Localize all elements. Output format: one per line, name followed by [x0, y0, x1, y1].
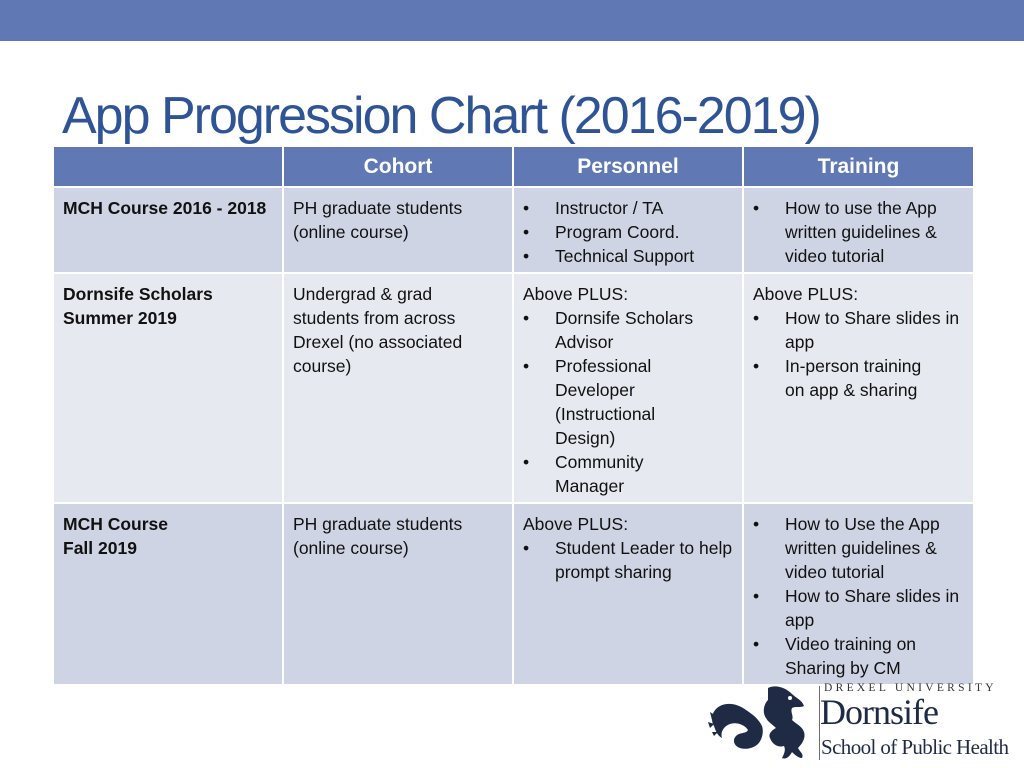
header-cohort: Cohort — [282, 145, 514, 188]
list-item: • Program Coord. — [523, 222, 680, 242]
cohort-text: PH graduate students (online course) — [293, 514, 463, 558]
progression-table: Cohort Personnel Training MCH Course 201… — [52, 145, 975, 686]
dragon-icon — [708, 686, 805, 759]
personnel-lead: Above PLUS: — [523, 284, 629, 304]
list-item: • Technical Support — [523, 246, 695, 266]
list-item: • Student Leader to help prompt sharing — [523, 538, 733, 582]
bullet-icon: • — [523, 452, 530, 472]
personnel-list: • Instructor / TA • Program Coord. • Techni… — [523, 196, 733, 268]
cohort-cell: PH graduate students (online course) — [282, 186, 514, 274]
list-item: • How to Share slides in app — [753, 586, 960, 630]
cohort-cell: Undergrad & grad students from across Dr… — [282, 272, 514, 504]
cohort-text: Undergrad & grad students from across Dr… — [293, 284, 463, 376]
training-cell: • How to Use the App written guidelines &… — [742, 502, 975, 686]
slide-title: App Progression Chart (2016-2019) — [62, 87, 822, 145]
bullet-icon: • — [753, 198, 760, 218]
list-item: • Professional Developer (Instructional D… — [523, 356, 656, 448]
logo-school: Dornsife — [820, 692, 939, 732]
table-row: MCH Course Fall 2019 PH graduate student… — [52, 502, 975, 686]
header-row: Cohort Personnel Training — [52, 145, 975, 188]
bullet-icon: • — [523, 246, 530, 266]
cohort-text: PH graduate students (online course) — [293, 198, 463, 242]
training-cell: Above PLUS: • How to Share slides in app … — [742, 272, 975, 504]
drexel-dornsife-logo: DREXEL UNIVERSITY Dornsife School of Pub… — [706, 682, 1009, 762]
list-item: • How to Use the App written guidelines &… — [753, 514, 940, 582]
bullet-icon: • — [523, 538, 530, 558]
list-item: • Instructor / TA — [523, 198, 664, 218]
logo-subtitle: School of Public Health — [821, 735, 1009, 759]
row-label: MCH Course Fall 2019 — [63, 514, 169, 558]
training-list: • How to use the App written guidelines &… — [753, 196, 964, 268]
bullet-icon: • — [753, 356, 760, 376]
bullet-icon: • — [753, 634, 760, 654]
header-empty — [52, 145, 284, 188]
row-label-cell: Dornsife Scholars Summer 2019 — [52, 272, 284, 504]
personnel-cell: Above PLUS: • Student Leader to help prom… — [512, 502, 744, 686]
cohort-cell: PH graduate students (online course) — [282, 502, 514, 686]
training-list: • How to Use the App written guidelines &… — [753, 512, 964, 680]
list-item: • Dornsife Scholars Advisor — [523, 308, 694, 352]
personnel-cell: • Instructor / TA • Program Coord. • Techni… — [512, 186, 744, 274]
list-item: • How to Share slides in app — [753, 308, 960, 352]
table-row: Dornsife Scholars Summer 2019 Undergrad … — [52, 272, 975, 504]
row-label: MCH Course 2016 - 2018 — [63, 198, 267, 218]
row-label-cell: MCH Course 2016 - 2018 — [52, 186, 284, 274]
bullet-icon: • — [753, 514, 760, 534]
training-lead: Above PLUS: — [753, 284, 859, 304]
personnel-cell: Above PLUS: • Dornsife Scholars Advisor •… — [512, 272, 744, 504]
row-label-cell: MCH Course Fall 2019 — [52, 502, 284, 686]
list-item: • Video training on Sharing by CM — [753, 634, 917, 678]
training-cell: • How to use the App written guidelines &… — [742, 186, 975, 274]
header-personnel: Personnel — [512, 145, 744, 188]
personnel-list: • Dornsife Scholars Advisor • Professional… — [523, 306, 733, 498]
bullet-icon: • — [753, 586, 760, 606]
row-label: Dornsife Scholars Summer 2019 — [63, 284, 213, 328]
header-training: Training — [742, 145, 975, 188]
bullet-icon: • — [523, 222, 530, 242]
personnel-lead: Above PLUS: — [523, 514, 629, 534]
table-row: MCH Course 2016 - 2018 PH graduate stude… — [52, 186, 975, 274]
personnel-list: • Student Leader to help prompt sharing — [523, 536, 733, 584]
list-item: • In-person training on app & sharing — [753, 356, 922, 400]
list-item: • Community Manager — [523, 452, 644, 496]
list-item: • How to use the App written guidelines &… — [753, 198, 937, 266]
bullet-icon: • — [753, 308, 760, 328]
bullet-icon: • — [523, 198, 530, 218]
bullet-icon: • — [523, 308, 530, 328]
top-accent-band — [0, 0, 1024, 41]
bullet-icon: • — [523, 356, 530, 376]
training-list: • How to Share slides in app • In-person t… — [753, 306, 964, 402]
